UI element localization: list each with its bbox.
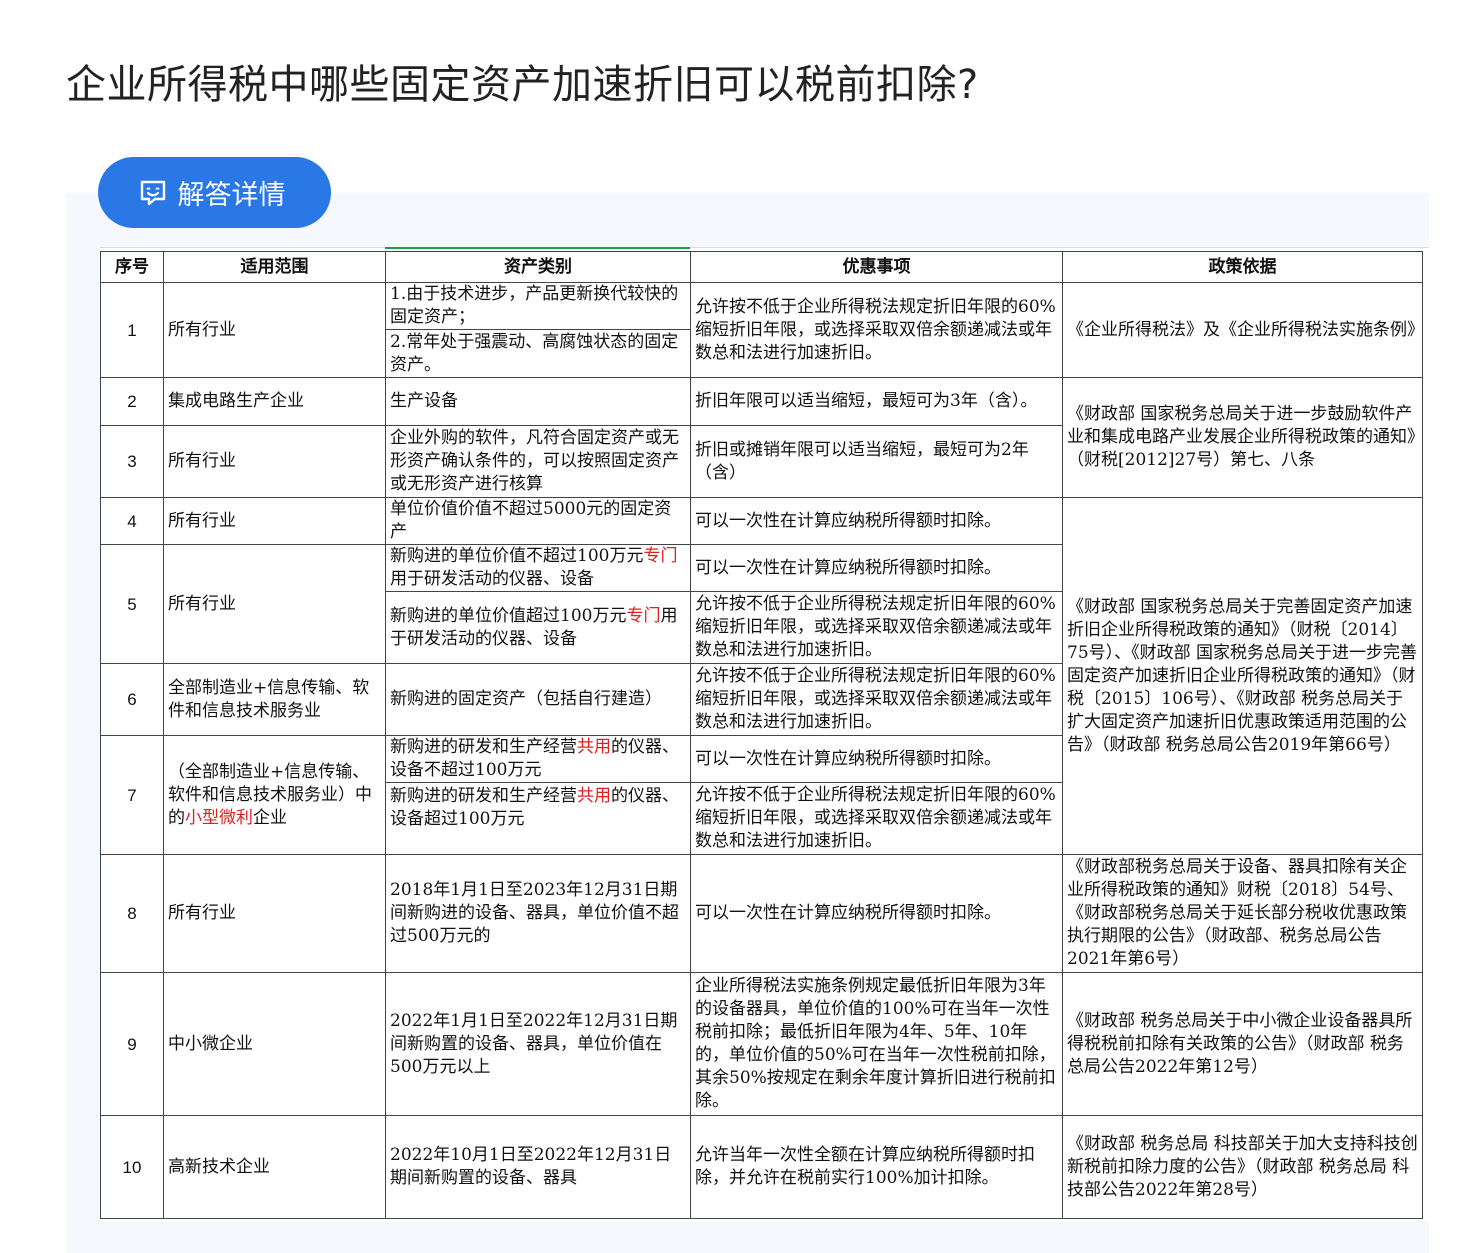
asset-item: 新购进的研发和生产经营共用的仪器、设备不超过100万元	[386, 737, 690, 783]
row-scope: 中小微企业	[163, 972, 386, 1116]
row-num: 5	[100, 544, 164, 664]
scope-highlight: 小型微利	[185, 807, 253, 828]
row-scope: 集成电路生产企业	[163, 377, 386, 426]
row-num: 3	[100, 425, 164, 498]
asset-item: 新购进的单位价值不超过100万元专门用于研发活动的仪器、设备	[386, 546, 690, 592]
row-num: 1	[100, 282, 164, 378]
asset-text: 新购进的单位价值超过100万元	[390, 605, 627, 626]
table-row: 2 集成电路生产企业 生产设备 折旧年限可以适当缩短，最短可为3年（含）。 《财…	[100, 377, 1423, 498]
header-policy: 政策依据	[1062, 251, 1423, 283]
asset-text: 新购进的研发和生产经营	[390, 737, 577, 757]
row-benefit: 允许当年一次性全额在计算应纳税所得额时扣除，并允许在税前实行100%加计扣除。	[690, 1115, 1063, 1219]
benefit-item: 允许按不低于企业所得税法规定折旧年限的60%缩短折旧年限，或选择采取双倍余额递减…	[695, 594, 1056, 660]
asset-highlight: 专门	[643, 546, 678, 566]
benefit-item: 可以一次性在计算应纳税所得额时扣除。	[691, 546, 1062, 592]
row-benefit: 可以一次性在计算应纳税所得额时扣除。 允许按不低于企业所得税法规定折旧年限的60…	[690, 544, 1063, 664]
policy-sheet: 序号 适用范围 资产类别 优惠事项 政策依据 1 所有行业 1.由于技术进步，产…	[100, 247, 1429, 1221]
asset-highlight: 专门	[626, 605, 661, 626]
answer-detail-label: 解答详情	[177, 180, 286, 211]
row-asset: 2018年1月1日至2023年12月31日期间新购进的设备、器具，单位价值不超过…	[385, 854, 691, 973]
row-num: 2	[100, 377, 164, 426]
row-policy: 《财政部 国家税务总局关于完善固定资产加速折旧企业所得税政策的通知》（财税〔20…	[1062, 497, 1423, 855]
table-row: 8 所有行业 2018年1月1日至2023年12月31日期间新购进的设备、器具，…	[100, 854, 1423, 973]
row-scope: （全部制造业+信息传输、软件和信息技术服务业）中的小型微利企业	[163, 735, 386, 855]
row-num: 9	[100, 972, 164, 1116]
row-benefit: 折旧年限可以适当缩短，最短可为3年（含）。	[690, 377, 1063, 426]
row-num: 10	[100, 1115, 164, 1219]
row-policy: 《财政部 税务总局关于中小微企业设备器具所得税税前扣除有关政策的公告》（财政部 …	[1062, 972, 1423, 1116]
table-row: 1 所有行业 1.由于技术进步，产品更新换代较快的固定资产； 2.常年处于强震动…	[100, 282, 1423, 378]
row-scope: 所有行业	[163, 497, 386, 545]
sheet-border	[100, 247, 1429, 248]
row-asset: 生产设备	[385, 377, 691, 426]
page-title: 企业所得税中哪些固定资产加速折旧可以税前扣除?	[66, 62, 979, 108]
row-benefit: 允许按不低于企业所得税法规定折旧年限的60%缩短折旧年限，或选择采取双倍余额递减…	[690, 282, 1063, 378]
asset-item: 新购进的研发和生产经营共用的仪器、设备超过100万元	[387, 783, 690, 854]
asset-text: 用于研发活动的仪器、设备	[390, 569, 594, 589]
benefit-item: 可以一次性在计算应纳税所得额时扣除。	[691, 737, 1062, 783]
row-num: 6	[100, 663, 164, 736]
policy-table: 序号 适用范围 资产类别 优惠事项 政策依据 1 所有行业 1.由于技术进步，产…	[100, 251, 1423, 1219]
row-benefit: 可以一次性在计算应纳税所得额时扣除。	[690, 497, 1063, 545]
row-benefit: 折旧或摊销年限可以适当缩短，最短可为2年（含）	[690, 425, 1063, 498]
table-row: 10 高新技术企业 2022年10月1日至2022年12月31日期间新购置的设备…	[100, 1115, 1423, 1219]
row-asset: 1.由于技术进步，产品更新换代较快的固定资产； 2.常年处于强震动、高腐蚀状态的…	[385, 282, 691, 378]
row-asset: 2022年10月1日至2022年12月31日期间新购置的设备、器具	[385, 1115, 691, 1219]
header-benefit: 优惠事项	[690, 251, 1063, 283]
header-asset: 资产类别	[385, 251, 691, 283]
row-policy: 《企业所得税法》及《企业所得税法实施条例》	[1062, 282, 1423, 378]
answer-detail-button[interactable]: 解答详情	[98, 157, 331, 228]
row-asset: 新购进的单位价值不超过100万元专门用于研发活动的仪器、设备 新购进的单位价值超…	[385, 544, 691, 664]
row-asset: 新购进的研发和生产经营共用的仪器、设备不超过100万元 新购进的研发和生产经营共…	[385, 735, 691, 855]
selected-cell-marker	[385, 247, 690, 249]
row-asset: 2022年1月1日至2022年12月31日期间新购置的设备、器具，单位价值在50…	[385, 972, 691, 1116]
asset-highlight: 共用	[577, 786, 611, 806]
asset-item: 2.常年处于强震动、高腐蚀状态的固定资产。	[390, 331, 679, 375]
table-row: 9 中小微企业 2022年1月1日至2022年12月31日期间新购置的设备、器具…	[100, 972, 1423, 1116]
row-scope: 所有行业	[163, 282, 386, 378]
asset-item: 新购进的单位价值超过100万元专门用于研发活动的仪器、设备	[387, 592, 690, 663]
asset-item: 1.由于技术进步，产品更新换代较快的固定资产；	[386, 284, 690, 330]
row-policy: 《财政部 国家税务总局关于进一步鼓励软件产业和集成电路产业发展企业所得税政策的通…	[1062, 377, 1423, 498]
benefit-item: 允许按不低于企业所得税法规定折旧年限的60%缩短折旧年限，或选择采取双倍余额递减…	[695, 785, 1056, 851]
row-policy: 《财政部 税务总局 科技部关于加大支持科技创新税前扣除力度的公告》（财政部 税务…	[1062, 1115, 1423, 1219]
asset-text: 新购进的研发和生产经营	[390, 786, 577, 806]
header-scope: 适用范围	[163, 251, 386, 283]
row-benefit: 允许按不低于企业所得税法规定折旧年限的60%缩短折旧年限，或选择采取双倍余额递减…	[690, 663, 1063, 736]
row-benefit: 企业所得税法实施条例规定最低折旧年限为3年的设备器具，单位价值的100%可在当年…	[690, 972, 1063, 1116]
row-scope: 高新技术企业	[163, 1115, 386, 1219]
row-scope: 全部制造业+信息传输、软件和信息技术服务业	[163, 663, 386, 736]
row-scope: 所有行业	[163, 544, 386, 664]
asset-text: 新购进的单位价值不超过100万元	[390, 546, 644, 566]
row-num: 7	[100, 735, 164, 855]
row-scope: 所有行业	[163, 425, 386, 498]
row-asset: 新购进的固定资产（包括自行建造）	[385, 663, 691, 736]
scope-text: 企业	[253, 807, 287, 828]
row-scope: 所有行业	[163, 854, 386, 973]
row-num: 4	[100, 497, 164, 545]
table-header-row: 序号 适用范围 资产类别 优惠事项 政策依据	[100, 251, 1423, 283]
row-num: 8	[100, 854, 164, 973]
row-asset: 企业外购的软件，凡符合固定资产或无形资产确认条件的，可以按照固定资产或无形资产进…	[385, 425, 691, 498]
header-num: 序号	[100, 251, 164, 283]
row-policy: 《财政部税务总局关于设备、器具扣除有关企业所得税政策的通知》财税〔2018〕54…	[1062, 854, 1423, 973]
table-row: 4 所有行业 单位价值价值不超过5000元的固定资产 可以一次性在计算应纳税所得…	[100, 497, 1423, 855]
row-benefit: 可以一次性在计算应纳税所得额时扣除。	[690, 854, 1063, 973]
asset-highlight: 共用	[577, 737, 611, 757]
answer-detail-icon	[138, 178, 168, 208]
row-asset: 单位价值价值不超过5000元的固定资产	[385, 497, 691, 545]
row-benefit: 可以一次性在计算应纳税所得额时扣除。 允许按不低于企业所得税法规定折旧年限的60…	[690, 735, 1063, 855]
